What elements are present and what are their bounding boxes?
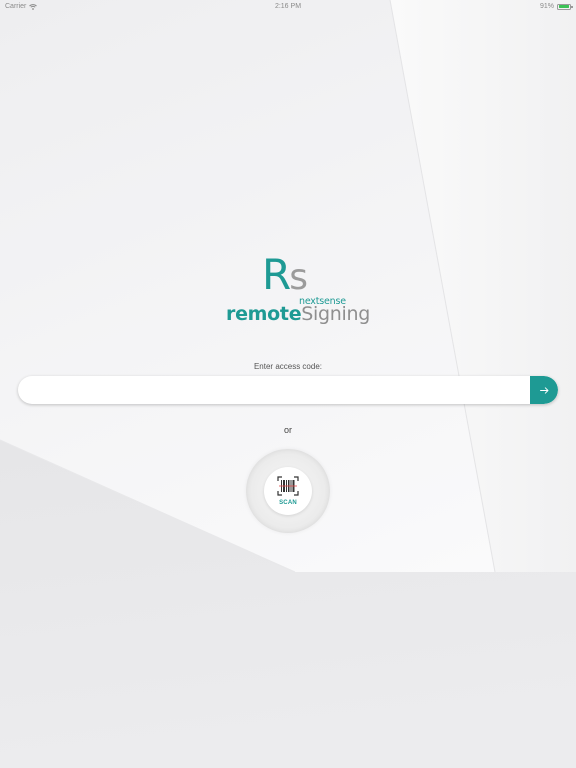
battery-level (558, 5, 569, 8)
access-code-label: Enter access code: (253, 362, 323, 371)
logo-mark-s: s (289, 257, 308, 298)
arrow-right-icon (539, 386, 548, 394)
logo-product-signing: Signing (301, 303, 371, 325)
scan-button[interactable]: SCAN (264, 467, 312, 515)
status-bar: Carrier 2:16 PM 91% (0, 0, 576, 14)
logo-mark: Rs (262, 254, 308, 299)
status-right: 91% (539, 3, 573, 10)
barcode-scan-icon (277, 476, 299, 496)
logo-mark-r: R (262, 250, 291, 299)
scan-label: SCAN (279, 500, 297, 506)
access-code-input[interactable] (18, 376, 530, 404)
logo-product-name: remoteSigning (226, 302, 370, 326)
battery-percent: 91% (539, 3, 554, 10)
access-code-field (18, 376, 558, 404)
battery-icon (557, 3, 573, 10)
status-time: 2:16 PM (274, 3, 302, 10)
or-divider: or (283, 425, 292, 435)
logo-product-remote: remote (226, 303, 302, 325)
submit-code-button[interactable] (530, 376, 558, 404)
app-logo: Rs nextsense remoteSigning (0, 250, 576, 330)
